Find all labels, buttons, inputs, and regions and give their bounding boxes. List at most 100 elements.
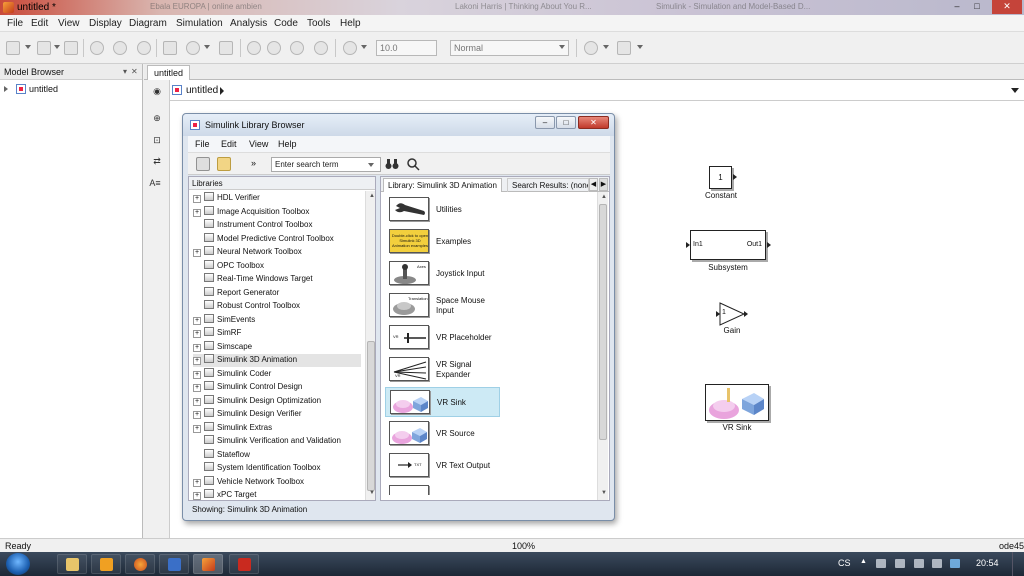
binoculars-icon[interactable] [385, 158, 399, 170]
expand-arrow-icon[interactable] [4, 86, 8, 92]
library-tree-item[interactable]: Real-Time Windows Target [193, 273, 361, 286]
taskbar-acrobat[interactable] [229, 554, 259, 574]
expand-icon[interactable]: + [193, 411, 201, 419]
tab-untitled[interactable]: untitled [147, 65, 191, 80]
library-tree-item[interactable]: Simulink Verification and Validation [193, 435, 361, 448]
library-tree-item[interactable]: + Vehicle Network Toolbox [193, 475, 361, 489]
library-block-partial[interactable] [385, 483, 500, 495]
language-indicator[interactable]: CS [838, 558, 851, 568]
more-icon[interactable]: » [251, 158, 256, 168]
gain-block[interactable] [716, 301, 748, 327]
hide-show-browser-icon[interactable]: ◉ [151, 86, 163, 98]
record-icon[interactable] [343, 41, 357, 55]
tray-app-icon[interactable] [876, 559, 886, 568]
print-icon[interactable] [64, 41, 78, 55]
scroll-down-icon[interactable]: ▼ [601, 490, 607, 496]
start-button[interactable] [6, 553, 30, 575]
output-port-icon[interactable] [767, 242, 771, 248]
taskbar-word[interactable] [159, 554, 189, 574]
panel-menu-icon[interactable]: ▾ [123, 67, 127, 76]
step-back-icon[interactable] [247, 41, 261, 55]
library-tree-item[interactable]: + Simulink Extras [193, 421, 361, 435]
chevron-down-icon[interactable] [25, 45, 31, 49]
tab-search-results[interactable]: Search Results: (none) [507, 178, 589, 192]
menu-file[interactable]: File [7, 18, 23, 29]
library-browser-icon[interactable] [163, 41, 177, 55]
expand-icon[interactable]: + [193, 492, 201, 500]
library-block-vr-sink[interactable]: VR Sink [385, 387, 500, 417]
chevron-down-icon[interactable] [361, 45, 367, 49]
scroll-down-icon[interactable]: ▼ [369, 490, 375, 496]
vr-sink-block[interactable] [705, 384, 769, 421]
library-tree-item[interactable]: System Identification Toolbox [193, 462, 361, 475]
blocks-scrollbar[interactable]: ▲ ▼ [597, 192, 608, 500]
fit-to-view-icon[interactable]: ⊡ [151, 135, 163, 147]
library-tree-item[interactable]: + Image Acquisition Toolbox [193, 205, 361, 219]
expand-icon[interactable]: + [193, 330, 201, 338]
background-window-tab[interactable]: Simulink - Simulation and Model-Based D.… [656, 2, 816, 13]
menu-simulation[interactable]: Simulation [176, 18, 223, 29]
folder-icon[interactable] [217, 157, 231, 171]
tray-app-icon[interactable] [895, 559, 905, 568]
simulation-mode-select[interactable]: Normal [450, 40, 569, 56]
close-button[interactable]: ✕ [992, 0, 1022, 14]
expand-icon[interactable]: + [193, 208, 201, 217]
close-button[interactable]: ✕ [578, 116, 609, 129]
search-options-icon[interactable] [406, 157, 420, 171]
chevron-down-icon[interactable] [1011, 88, 1019, 93]
library-block-utilities[interactable]: Utilities [385, 195, 500, 225]
library-tree-item[interactable]: + SimEvents [193, 313, 361, 327]
network-icon[interactable] [950, 559, 960, 568]
tab-scroll-left-icon[interactable]: ◀ [589, 178, 598, 191]
constant-block[interactable]: 1 [709, 166, 732, 189]
volume-icon[interactable] [932, 559, 942, 568]
show-desktop-button[interactable] [1012, 552, 1024, 576]
expand-icon[interactable]: + [193, 384, 201, 392]
taskbar-explorer[interactable] [57, 554, 87, 574]
library-tree-item[interactable]: + Simscape [193, 340, 361, 354]
library-tree-item[interactable]: + Simulink Design Verifier [193, 408, 361, 421]
annotation-icon[interactable]: A≡ [149, 178, 161, 190]
forward-icon[interactable] [113, 41, 127, 55]
grid-icon[interactable] [617, 41, 631, 55]
chevron-down-icon[interactable] [204, 45, 210, 49]
expand-icon[interactable]: + [193, 249, 201, 257]
lib-menu-edit[interactable]: Edit [221, 139, 237, 149]
panel-close-icon[interactable]: ✕ [131, 67, 138, 76]
taskbar-firefox[interactable] [125, 554, 155, 574]
expand-icon[interactable]: + [193, 424, 201, 433]
library-tree-item[interactable]: + Simulink 3D Animation [193, 354, 361, 367]
library-tree-item[interactable]: + Neural Network Toolbox [193, 246, 361, 259]
menu-tools[interactable]: Tools [307, 18, 330, 29]
solver-name[interactable]: ode45 [999, 541, 1024, 551]
scroll-up-icon[interactable]: ▲ [369, 193, 375, 199]
library-block-vr-signal-expander[interactable]: VR VR Signal Expander [385, 355, 500, 385]
expand-icon[interactable]: + [193, 478, 201, 487]
tray-app-icon[interactable] [914, 559, 924, 568]
library-tree-item[interactable]: + SimRF [193, 327, 361, 340]
tab-library[interactable]: Library: Simulink 3D Animation [383, 178, 502, 192]
new-model-icon[interactable] [6, 41, 20, 55]
menu-display[interactable]: Display [89, 18, 122, 29]
library-block-joystick-input[interactable]: Axes Joystick Input [385, 259, 500, 289]
lib-menu-help[interactable]: Help [278, 139, 297, 149]
lib-menu-file[interactable]: File [195, 139, 210, 149]
minimize-button[interactable]: – [535, 116, 555, 129]
background-window-tab[interactable]: Ebala EUROPA | online ambien [150, 2, 290, 13]
library-tree-item[interactable]: + Simulink Coder [193, 367, 361, 381]
chevron-down-icon[interactable] [637, 45, 643, 49]
library-tree-item[interactable]: OPC Toolbox [193, 259, 361, 273]
zoom-icon[interactable]: ⊕ [151, 113, 163, 125]
library-block-examples[interactable]: Double-click to open Simulink 3D Animati… [385, 227, 500, 257]
step-forward-icon[interactable] [290, 41, 304, 55]
menu-view[interactable]: View [58, 18, 80, 29]
library-tree-item[interactable]: Report Generator [193, 286, 361, 300]
expand-icon[interactable]: + [193, 195, 201, 203]
output-port-icon[interactable] [733, 174, 737, 180]
maximize-button[interactable]: □ [556, 116, 576, 129]
model-explorer-icon[interactable] [219, 41, 233, 55]
scroll-thumb[interactable] [367, 341, 375, 491]
expand-icon[interactable]: + [193, 343, 201, 352]
gear-icon[interactable] [186, 41, 200, 55]
library-tree-item[interactable]: Stateflow [193, 448, 361, 462]
